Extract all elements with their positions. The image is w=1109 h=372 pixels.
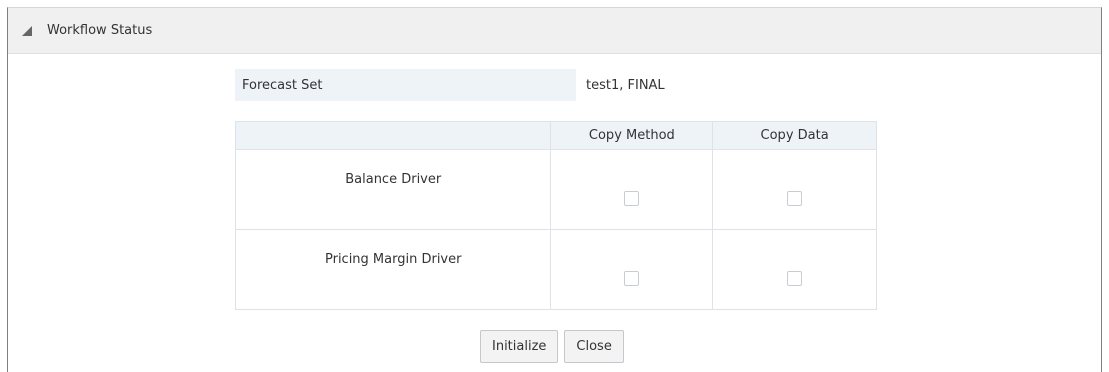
row-label-cell: Balance Driver	[234, 149, 552, 230]
forecast-set-label-text: Forecast Set	[242, 77, 323, 93]
panel-header[interactable]: Workflow Status	[8, 8, 1101, 54]
row-label-pricing-margin-driver: Pricing Margin Driver	[324, 252, 462, 267]
column-header-copy-data: Copy Data	[712, 121, 877, 150]
copy-data-cell	[712, 149, 877, 230]
balance-driver-copy-data-checkbox[interactable]	[787, 191, 803, 206]
forecast-set-label: Forecast Set	[235, 69, 576, 101]
driver-copy-table: Copy Method Copy Data Balance Driver Pri…	[234, 121, 877, 310]
column-header-copy-method: Copy Method	[550, 121, 714, 150]
triangle-collapse-icon[interactable]	[21, 25, 33, 37]
column-header-driver	[234, 121, 552, 150]
pricing-margin-driver-copy-method-checkbox[interactable]	[624, 271, 640, 286]
panel-title: Workflow Status	[47, 23, 153, 38]
forecast-set-value: test1, FINAL	[586, 77, 665, 93]
table-header-row: Copy Method Copy Data	[234, 121, 877, 150]
copy-method-cell	[550, 149, 714, 230]
close-button[interactable]: Close	[564, 330, 624, 363]
table-row-balance-driver: Balance Driver	[234, 149, 877, 230]
initialize-button[interactable]: Initialize	[480, 330, 559, 363]
copy-data-cell	[712, 229, 877, 310]
pricing-margin-driver-copy-data-checkbox[interactable]	[787, 271, 803, 286]
table-row-pricing-margin-driver: Pricing Margin Driver	[234, 229, 877, 310]
copy-method-cell	[550, 229, 714, 310]
balance-driver-copy-method-checkbox[interactable]	[624, 191, 640, 206]
workflow-status-page: Workflow Status Forecast Set test1, FINA…	[0, 0, 1109, 372]
row-label-cell: Pricing Margin Driver	[234, 229, 552, 310]
row-label-balance-driver: Balance Driver	[345, 172, 442, 187]
action-buttons: Initialize Close	[480, 330, 624, 363]
